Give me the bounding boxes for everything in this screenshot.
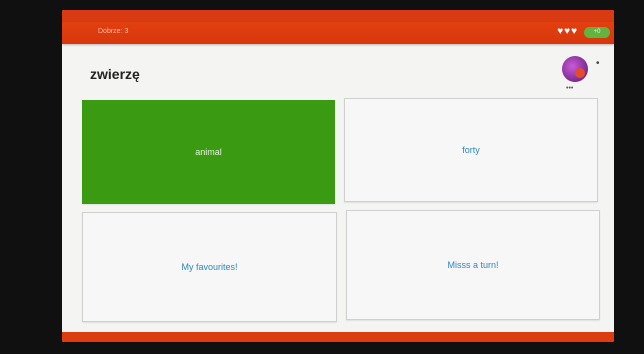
- question-word: zwierzę: [90, 66, 140, 82]
- overflow-menu-icon[interactable]: •: [596, 58, 600, 69]
- answer-card-4[interactable]: Misss a turn!: [346, 210, 600, 320]
- answer-card-2[interactable]: forty: [344, 98, 598, 202]
- avatar[interactable]: [562, 56, 588, 82]
- status-bar: [62, 10, 614, 22]
- score-label: Dobrze: 3: [98, 28, 129, 35]
- avatar-badge-icon: [575, 68, 585, 78]
- photo-frame: Dobrze: 3 ♥♥♥ +0 zwierzę ••• • animal fo…: [0, 0, 644, 354]
- device-screen: Dobrze: 3 ♥♥♥ +0 zwierzę ••• • animal fo…: [62, 10, 614, 342]
- answer-card-1[interactable]: animal: [82, 100, 335, 204]
- answer-card-3[interactable]: My favourites!: [82, 212, 337, 322]
- avatar-more-icon[interactable]: •••: [566, 85, 573, 92]
- app-bar: Dobrze: 3 ♥♥♥ +0: [62, 22, 614, 44]
- hearts-icon: ♥♥♥: [557, 26, 578, 37]
- bottom-bar: [62, 332, 614, 342]
- score-pill: +0: [584, 27, 610, 38]
